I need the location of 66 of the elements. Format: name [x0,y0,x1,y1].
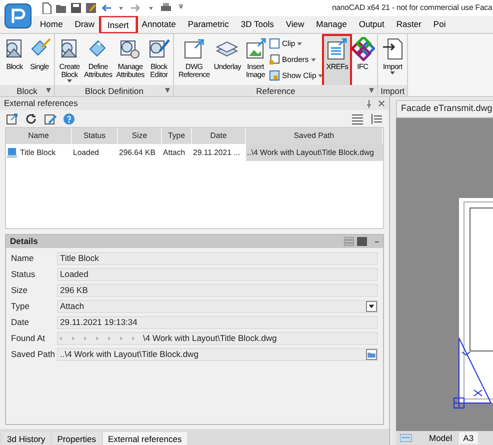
layout-tab[interactable]: Model [425,432,456,444]
folder-icon[interactable] [55,2,67,14]
ribbon-tab[interactable]: Manage [310,17,353,32]
field-value: \4 Work with Layout\Title Block.dwg [143,332,277,345]
dialog-launcher-icon[interactable] [369,88,374,93]
group-label: Block Definition [84,84,144,96]
frame-lock-icon [269,70,280,81]
square-icon [269,38,280,49]
field-value: 296 KB [57,284,378,297]
minimize-icon[interactable] [375,240,379,242]
ribbon-tab[interactable]: Raster [390,17,428,32]
edit-path-icon[interactable] [44,112,57,124]
panel-title: External references [4,97,78,110]
panel-tab[interactable]: Properties [52,432,102,445]
field-label: Status [11,268,36,281]
group-label: Block [16,84,38,96]
app-logo-icon[interactable] [4,3,32,29]
ribbon-tab[interactable]: Draw [68,17,101,32]
tree-view-icon[interactable] [370,112,383,124]
field-label: Name [11,252,35,265]
details-title: Details [10,235,38,248]
frame-arrow-icon [182,37,206,61]
document-icon[interactable] [40,2,52,14]
dialog-launcher-icon[interactable] [165,88,170,93]
field-value: ..\4 Work with Layout\Title Block.dwg [60,348,198,361]
refresh-icon[interactable] [25,112,38,124]
close-icon[interactable] [378,100,385,107]
ribbon-tab[interactable]: Output [352,17,390,32]
field-label: Size [11,284,29,297]
pin-icon[interactable] [366,98,372,108]
picture-icon [244,37,268,61]
ribbon-tab[interactable]: Annotate [136,17,182,32]
drawing-tab[interactable]: Facade eTransmit.dwg [396,100,493,118]
dialog-launcher-icon[interactable] [46,88,51,93]
ribbon-tab[interactable]: 3D Tools [234,17,280,32]
help-icon[interactable] [63,112,76,124]
field-value: Loaded [57,268,378,281]
frame-lock-icon [269,54,280,65]
panel-tab[interactable]: External references [103,432,187,445]
list-view-icon[interactable] [351,112,364,124]
layout-tab[interactable]: A3 [459,432,478,444]
printer-icon[interactable] [160,2,172,14]
attach-icon[interactable] [6,112,19,124]
ribbon-tab[interactable]: Home [34,17,69,32]
field-label: Saved Path [11,348,56,361]
field-value: Title Block [57,252,378,265]
folder-icon[interactable] [366,349,377,360]
ribbon-tab[interactable]: Parametric [182,17,235,32]
document-list-icon [325,37,350,61]
document-icon [7,148,17,158]
floppy-disk-pencil-icon[interactable] [85,2,97,14]
ribbon-tab[interactable]: Poi [427,17,452,32]
undo-arrow-icon[interactable] [100,2,112,14]
document-arrow-icon [380,37,405,61]
panel-tab[interactable]: 3d History [2,432,50,445]
field-value: 29.11.2021 19:13:34 [57,316,378,329]
field-label: Type [11,300,30,313]
group-label: Reference [256,84,296,96]
ribbon-tab[interactable]: Insert [100,16,136,32]
ribbon-tab[interactable]: View [280,17,310,32]
interlocked-squares-icon [350,37,375,61]
caret-icon[interactable] [366,301,377,312]
group-label: Import [380,84,405,96]
type-dropdown[interactable]: Attach [57,300,378,313]
field-label: Date [11,316,30,329]
field-label: Found At [11,332,46,345]
